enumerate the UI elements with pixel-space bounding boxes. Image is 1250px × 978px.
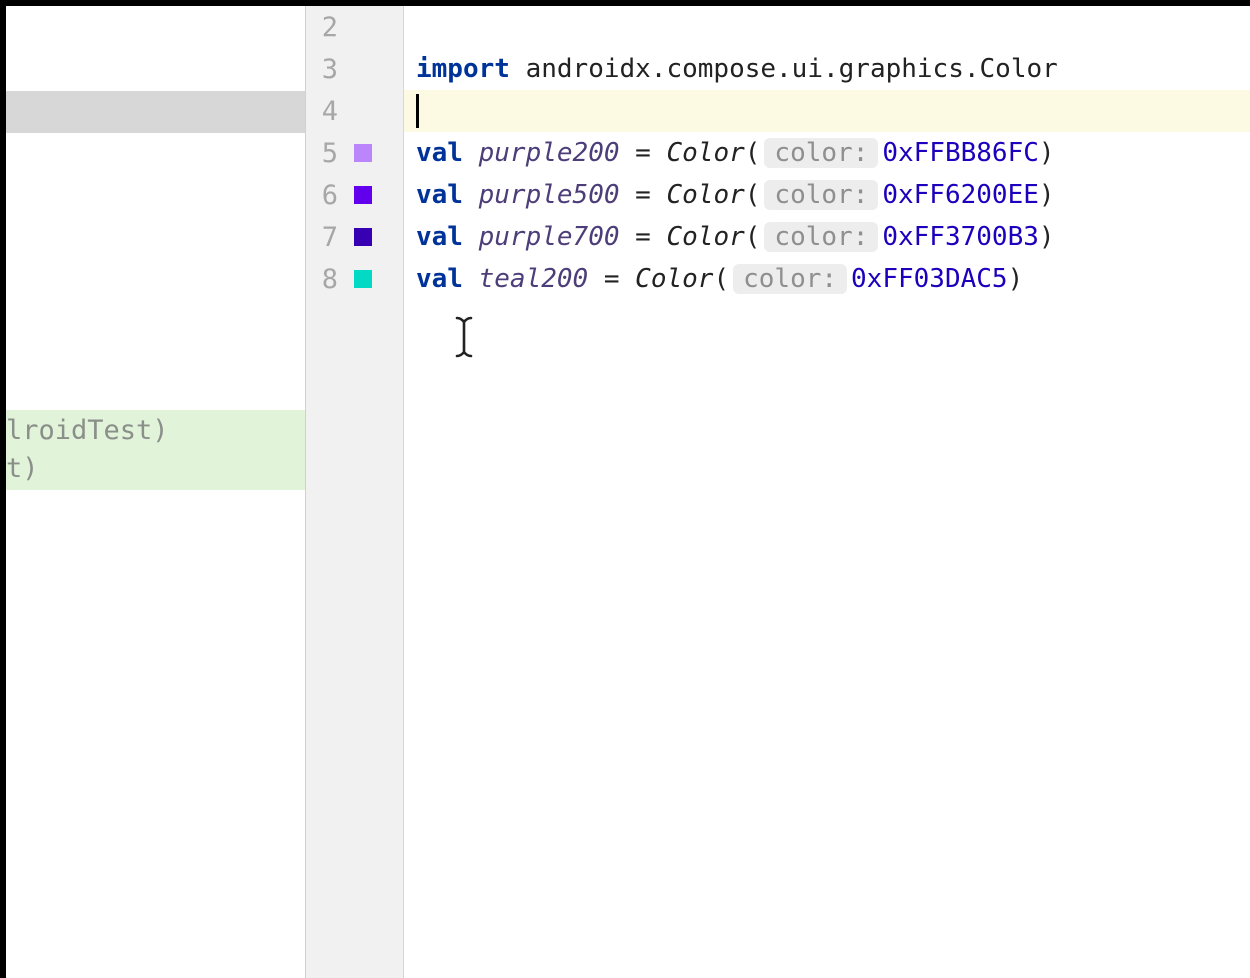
gutter-row[interactable]: 7 xyxy=(306,216,403,258)
line-number: 2 xyxy=(318,12,338,43)
numeric-literal: 0xFF6200EE xyxy=(882,180,1039,210)
line-number: 5 xyxy=(318,138,338,169)
keyword-val: val xyxy=(416,180,463,210)
line-number: 3 xyxy=(318,54,338,85)
function-call: Color xyxy=(635,264,713,294)
keyword-val: val xyxy=(416,222,463,252)
text-caret-icon xyxy=(416,94,419,128)
line-number: 7 xyxy=(318,222,338,253)
identifier: purple500 xyxy=(479,180,620,210)
numeric-literal: 0xFFBB86FC xyxy=(882,138,1039,168)
color-swatch-icon[interactable] xyxy=(354,144,372,162)
param-hint: color: xyxy=(764,180,878,210)
gutter-row[interactable]: 8 xyxy=(306,258,403,300)
numeric-literal: 0xFF3700B3 xyxy=(882,222,1039,252)
identifier: purple200 xyxy=(479,138,620,168)
line-number: 8 xyxy=(318,264,338,295)
function-call: Color xyxy=(666,180,744,210)
color-swatch-icon[interactable] xyxy=(354,186,372,204)
color-swatch-icon[interactable] xyxy=(354,270,372,288)
param-hint: color: xyxy=(764,138,878,168)
keyword-val: val xyxy=(416,264,463,294)
function-call: Color xyxy=(666,138,744,168)
identifier: teal200 xyxy=(479,264,589,294)
function-call: Color xyxy=(666,222,744,252)
sidebar-frag-1: lroidTest) xyxy=(6,412,305,450)
sidebar-frag-2: t) xyxy=(6,450,305,488)
code-line-8[interactable]: val teal200 = Color(color:0xFF03DAC5) xyxy=(404,258,1250,300)
line-number-gutter[interactable]: 2 3 4 5 6 7 8 xyxy=(306,6,404,978)
color-swatch-icon[interactable] xyxy=(354,228,372,246)
gutter-row[interactable]: 4 xyxy=(306,90,403,132)
param-hint: color: xyxy=(733,264,847,294)
keyword-import: import xyxy=(416,54,510,84)
code-line-2[interactable] xyxy=(404,6,1250,48)
line-number: 6 xyxy=(318,180,338,211)
code-line-4-current[interactable] xyxy=(404,90,1250,132)
code-line-7[interactable]: val purple700 = Color(color:0xFF3700B3) xyxy=(404,216,1250,258)
sidebar-test-sources[interactable]: lroidTest) t) xyxy=(6,410,305,490)
gutter-row[interactable]: 6 xyxy=(306,174,403,216)
gutter-row[interactable]: 2 xyxy=(306,6,403,48)
code-editor[interactable]: import androidx.compose.ui.graphics.Colo… xyxy=(404,6,1250,978)
gutter-row[interactable]: 5 xyxy=(306,132,403,174)
sidebar-selected-item[interactable] xyxy=(6,91,305,133)
numeric-literal: 0xFF03DAC5 xyxy=(851,264,1008,294)
code-line-5[interactable]: val purple200 = Color(color:0xFFBB86FC) xyxy=(404,132,1250,174)
line-number: 4 xyxy=(318,96,338,127)
param-hint: color: xyxy=(764,222,878,252)
code-line-3[interactable]: import androidx.compose.ui.graphics.Colo… xyxy=(404,48,1250,90)
gutter-row[interactable]: 3 xyxy=(306,48,403,90)
vertical-scrollbar[interactable] xyxy=(1232,6,1250,978)
text-cursor-icon xyxy=(454,316,474,368)
code-line-6[interactable]: val purple500 = Color(color:0xFF6200EE) xyxy=(404,174,1250,216)
keyword-val: val xyxy=(416,138,463,168)
identifier: purple700 xyxy=(479,222,620,252)
editor-frame: lroidTest) t) 2 3 4 5 6 7 8 xyxy=(0,0,1250,978)
import-path: androidx.compose.ui.graphics.Color xyxy=(510,54,1058,84)
project-sidebar[interactable]: lroidTest) t) xyxy=(6,6,306,978)
